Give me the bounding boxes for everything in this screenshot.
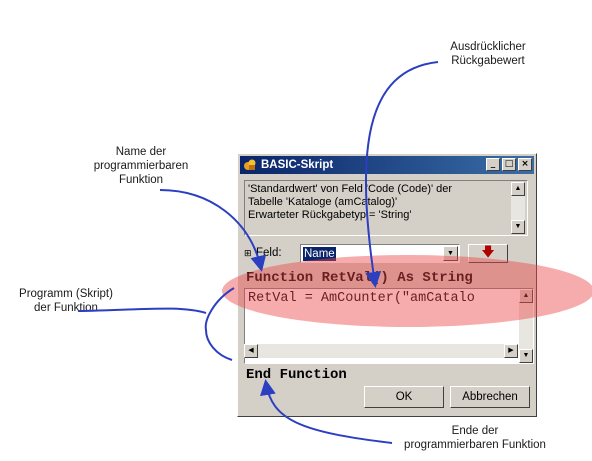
- scroll-up-icon[interactable]: ▲: [511, 182, 525, 196]
- chevron-down-icon[interactable]: ▼: [443, 246, 458, 261]
- description-box: 'Standardwert' von Feld 'Code (Code)' de…: [244, 180, 528, 236]
- insert-arrow-down-icon: 🡇: [481, 245, 495, 260]
- maximize-button[interactable]: □: [502, 158, 516, 171]
- field-row: ⊞ Feld: Name ▼ 🡇: [244, 244, 534, 264]
- cancel-button[interactable]: Abbrechen: [450, 386, 530, 408]
- annotation-line: Name der: [115, 146, 167, 158]
- scroll-up-icon[interactable]: ▲: [519, 289, 533, 303]
- close-button[interactable]: ×: [518, 158, 532, 171]
- annotation-line: der Funktion: [34, 302, 98, 314]
- minimize-button[interactable]: _: [486, 158, 500, 171]
- description-line: Erwarteter Rückgabetyp = 'String': [248, 209, 412, 221]
- field-label: Feld:: [256, 247, 282, 259]
- insert-field-button[interactable]: 🡇: [468, 244, 508, 263]
- annotation-function-name: Name der programmierbaren Funktion: [86, 145, 196, 187]
- annotation-line: Rückgabewert: [451, 55, 525, 67]
- basic-script-icon: [243, 158, 257, 172]
- function-end: End Function: [246, 367, 347, 383]
- description-line: Tabelle 'Kataloge (amCatalog)': [248, 196, 398, 208]
- editor-horizontal-scrollbar[interactable]: ◀ ▶: [244, 344, 518, 358]
- scroll-left-icon[interactable]: ◀: [244, 344, 258, 358]
- title-bar[interactable]: BASIC-Skript _ □ ×: [240, 156, 534, 174]
- annotation-return-value: Ausdrücklicher Rückgabewert: [428, 40, 548, 68]
- annotation-line: Ausdrücklicher: [450, 41, 526, 53]
- field-value: Name: [303, 247, 336, 261]
- editor-scrollbar[interactable]: ▲ ▼: [519, 289, 533, 363]
- annotation-end: Ende der programmierbaren Funktion: [390, 424, 560, 452]
- bracket-program: [204, 287, 235, 361]
- annotation-line: Programm (Skript): [19, 288, 113, 300]
- basic-script-dialog: BASIC-Skript _ □ × 'Standardwert' von Fe…: [237, 153, 537, 417]
- description-line: 'Standardwert' von Feld 'Code (Code)' de…: [248, 183, 453, 195]
- description-scrollbar[interactable]: ▲ ▼: [511, 182, 525, 234]
- annotation-line: Funktion: [118, 174, 164, 186]
- function-header: Function RetVal() As String: [246, 270, 473, 286]
- dialog-title: BASIC-Skript: [261, 159, 334, 171]
- scroll-down-icon[interactable]: ▼: [519, 349, 533, 363]
- annotation-line: programmierbaren Funktion: [404, 439, 546, 451]
- scroll-right-icon[interactable]: ▶: [504, 344, 518, 358]
- scroll-down-icon[interactable]: ▼: [511, 220, 525, 234]
- field-select[interactable]: Name ▼: [300, 244, 460, 263]
- ok-button[interactable]: OK: [364, 386, 444, 408]
- annotation-program: Programm (Skript) der Funktion: [6, 287, 126, 315]
- annotation-line: Ende der: [451, 425, 499, 437]
- field-tree-icon[interactable]: ⊞: [244, 249, 252, 259]
- script-line: RetVal = AmCounter("amCatalo: [248, 291, 475, 306]
- annotation-line: programmierbaren: [93, 160, 189, 172]
